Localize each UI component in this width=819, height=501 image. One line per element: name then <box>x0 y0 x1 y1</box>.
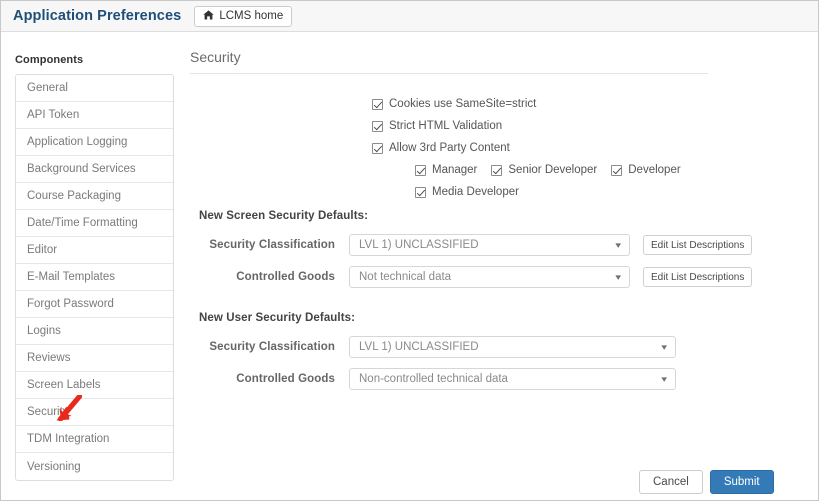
cancel-button[interactable]: Cancel <box>639 470 703 494</box>
sidebar-list: General API Token Application Logging Ba… <box>15 74 174 481</box>
sidebar-item-label: Screen Labels <box>27 379 101 391</box>
select-value: Not technical data <box>359 271 452 283</box>
sidebar-item-label: Date/Time Formatting <box>27 217 138 229</box>
sidebar-item-label: Versioning <box>27 460 81 473</box>
checkbox-role-developer[interactable] <box>611 164 623 176</box>
new-user-security-defaults-section: New User Security Defaults: Security Cla… <box>199 312 676 400</box>
checkbox-row-samesite: Cookies use SameSite=strict <box>372 96 695 112</box>
section-title: New User Security Defaults: <box>199 312 356 324</box>
sidebar-item-label: Logins <box>27 325 61 337</box>
sidebar-item-label: Editor <box>27 244 58 256</box>
button-label: Edit List Descriptions <box>651 271 745 283</box>
select-value: LVL 1) UNCLASSIFIED <box>359 239 479 251</box>
page-title: Application Preferences <box>13 8 182 24</box>
edit-list-descriptions-button-screen-controlled-goods[interactable]: Edit List Descriptions <box>643 267 753 287</box>
new-screen-security-defaults-section: New Screen Security Defaults: Security C… <box>199 210 753 298</box>
role-item-developer: Developer <box>611 164 681 176</box>
form-row-screen-security-classification: Security Classification LVL 1) UNCLASSIF… <box>199 234 753 256</box>
checkbox-label: Strict HTML Validation <box>389 120 503 132</box>
role-item-media-developer: Media Developer <box>415 186 519 198</box>
form-row-user-security-classification: Security Classification LVL 1) UNCLASSIF… <box>199 336 676 358</box>
sidebar-item-background-services[interactable]: Background Services <box>16 156 173 183</box>
sidebar-item-label: TDM Integration <box>27 433 110 445</box>
checkbox-role-senior-developer[interactable] <box>491 164 503 176</box>
form-actions: Cancel Submit <box>639 470 774 494</box>
chevron-down-icon: ▾ <box>615 271 622 282</box>
sidebar-item-email-templates[interactable]: E-Mail Templates <box>16 264 173 291</box>
heading-divider <box>190 73 708 74</box>
checkbox-label: Allow 3rd Party Content <box>389 142 510 154</box>
role-item-senior-developer: Senior Developer <box>491 164 597 176</box>
home-icon <box>203 9 214 23</box>
main-panel: Security Cookies use SameSite=strict Str… <box>190 49 804 494</box>
role-checkbox-row-2: Media Developer <box>415 184 695 200</box>
sidebar-item-application-logging[interactable]: Application Logging <box>16 129 173 156</box>
field-label: Controlled Goods <box>236 271 335 283</box>
sidebar-item-general[interactable]: General <box>16 75 173 102</box>
sidebar-item-label: Background Services <box>27 163 136 175</box>
select-screen-controlled-goods[interactable]: Not technical data ▾ <box>349 266 630 288</box>
sidebar-item-label: E-Mail Templates <box>27 271 115 283</box>
checkbox-role-manager[interactable] <box>415 164 426 176</box>
button-label: Submit <box>723 476 760 488</box>
checkbox-label: Developer <box>628 164 681 176</box>
security-options-group: Cookies use SameSite=strict Strict HTML … <box>372 96 695 206</box>
lcms-home-label: LCMS home <box>219 10 284 22</box>
sidebar-item-security[interactable]: Security <box>16 399 173 426</box>
field-label: Security Classification <box>209 239 335 251</box>
field-label: Controlled Goods <box>236 373 335 385</box>
role-item-manager: Manager <box>415 164 477 176</box>
chevron-down-icon: ▾ <box>615 239 622 250</box>
form-row-screen-controlled-goods: Controlled Goods Not technical data ▾ Ed… <box>199 266 753 288</box>
button-label: Edit List Descriptions <box>651 239 745 251</box>
sidebar-item-date-time-formatting[interactable]: Date/Time Formatting <box>16 210 173 237</box>
form-row-user-controlled-goods: Controlled Goods Non-controlled technica… <box>199 368 676 390</box>
sidebar-item-tdm-integration[interactable]: TDM Integration <box>16 426 173 453</box>
select-user-controlled-goods[interactable]: Non-controlled technical data ▾ <box>349 368 676 390</box>
sidebar-item-label: Application Logging <box>27 136 128 148</box>
checkbox-cookies-samesite[interactable] <box>372 98 383 110</box>
sidebar-item-reviews[interactable]: Reviews <box>16 345 173 372</box>
checkbox-label: Manager <box>432 164 478 176</box>
sidebar-item-label: Course Packaging <box>27 190 121 202</box>
submit-button[interactable]: Submit <box>709 470 774 494</box>
edit-list-descriptions-button-screen-classification[interactable]: Edit List Descriptions <box>643 235 753 255</box>
application-preferences-page: Application Preferences LCMS home Compon… <box>0 0 819 501</box>
sidebar-item-editor[interactable]: Editor <box>16 237 173 264</box>
sidebar-item-forgot-password[interactable]: Forgot Password <box>16 291 173 318</box>
checkbox-label: Media Developer <box>432 186 519 198</box>
chevron-down-icon: ▾ <box>661 373 668 384</box>
sidebar-item-course-packaging[interactable]: Course Packaging <box>16 183 173 210</box>
button-label: Cancel <box>653 476 689 488</box>
checkbox-label: Senior Developer <box>508 164 598 176</box>
sidebar-item-label: General <box>27 82 68 94</box>
sidebar-item-screen-labels[interactable]: Screen Labels <box>16 372 173 399</box>
sidebar-item-label: Reviews <box>27 352 71 364</box>
sidebar-item-api-token[interactable]: API Token <box>16 102 173 129</box>
content-heading: Security <box>190 49 241 65</box>
checkbox-label: Cookies use SameSite=strict <box>389 98 537 110</box>
field-label: Security Classification <box>209 341 335 353</box>
app-header: Application Preferences LCMS home <box>1 1 818 32</box>
role-checkbox-row-1: Manager Senior Developer Developer <box>415 162 695 178</box>
sidebar-item-label: API Token <box>27 109 80 121</box>
components-sidebar: Components General API Token Application… <box>15 54 174 481</box>
select-value: LVL 1) UNCLASSIFIED <box>359 341 479 353</box>
lcms-home-button[interactable]: LCMS home <box>194 5 293 27</box>
chevron-down-icon: ▾ <box>661 341 668 352</box>
checkbox-strict-html-validation[interactable] <box>372 120 383 132</box>
sidebar-item-logins[interactable]: Logins <box>16 318 173 345</box>
sidebar-item-label: Forgot Password <box>27 298 114 310</box>
select-user-security-classification[interactable]: LVL 1) UNCLASSIFIED ▾ <box>349 336 676 358</box>
checkbox-row-third-party: Allow 3rd Party Content <box>372 140 695 156</box>
sidebar-title: Components <box>15 54 84 66</box>
section-title: New Screen Security Defaults: <box>199 210 369 222</box>
select-value: Non-controlled technical data <box>359 373 508 385</box>
sidebar-item-label: Security <box>27 406 69 418</box>
checkbox-allow-3rd-party-content[interactable] <box>372 142 383 154</box>
select-screen-security-classification[interactable]: LVL 1) UNCLASSIFIED ▾ <box>349 234 630 256</box>
sidebar-item-versioning[interactable]: Versioning <box>16 453 173 480</box>
checkbox-role-media-developer[interactable] <box>415 186 426 198</box>
checkbox-row-strict-html: Strict HTML Validation <box>372 118 695 134</box>
